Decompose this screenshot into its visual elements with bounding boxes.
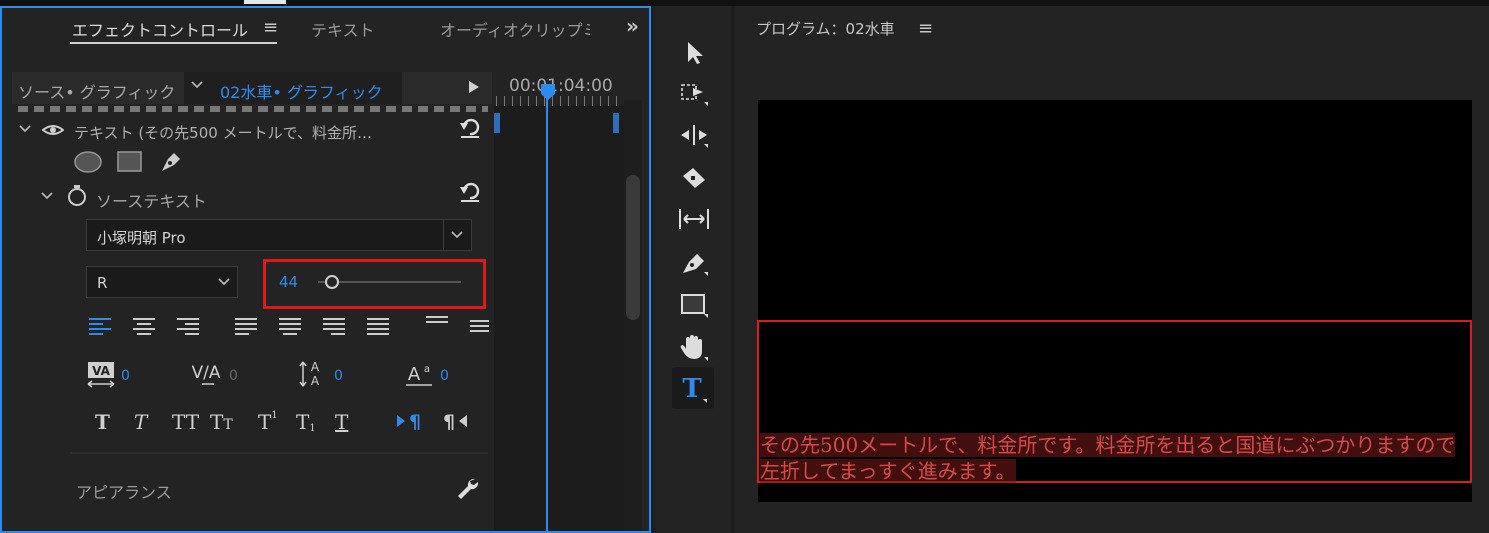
clip-end-marker <box>613 113 619 133</box>
svg-text:A: A <box>311 360 320 374</box>
collapse-chevron-icon[interactable] <box>40 189 54 207</box>
section-divider <box>70 452 488 454</box>
svg-text:A: A <box>311 374 320 388</box>
active-tab-underline <box>70 42 277 44</box>
subtitle-line-1: その先500メートルで、料金所です。料金所を出ると国道にぶつかりますので <box>760 433 1456 457</box>
text-layer-label[interactable]: テキスト (その先500 メートルで、料金所… <box>74 122 372 143</box>
align-middle-icon[interactable] <box>469 318 489 340</box>
top-marker <box>244 0 286 4</box>
justify-left-icon[interactable] <box>234 316 258 342</box>
rectangle-icon[interactable] <box>117 151 143 177</box>
svg-text:V/A: V/A <box>192 363 221 383</box>
program-menu-icon[interactable]: ≡ <box>918 18 933 39</box>
tab-text[interactable]: テキスト <box>311 17 375 41</box>
subscript-icon[interactable]: T1 <box>296 410 316 434</box>
collapse-chevron-icon[interactable] <box>18 122 32 140</box>
clipped-row <box>18 106 488 112</box>
kerning-value[interactable]: 0 <box>229 368 238 384</box>
kerning-icon: V/A <box>192 360 222 394</box>
small-caps-icon[interactable]: TT <box>210 410 233 434</box>
tab-audio-clip-mixer[interactable]: オーディオクリップミ <box>440 17 590 41</box>
baseline-shift-icon: Aa <box>404 360 434 392</box>
pen-tool-icon[interactable] <box>674 244 714 282</box>
stopwatch-icon[interactable] <box>66 183 88 211</box>
scrollbar-thumb[interactable] <box>626 175 640 320</box>
playhead-line <box>546 96 548 531</box>
overflow-icon[interactable]: » <box>626 14 639 38</box>
justify-center-icon[interactable] <box>278 316 302 342</box>
chevron-down-icon[interactable] <box>217 275 231 293</box>
program-monitor-title: プログラム：02水車 <box>756 20 895 38</box>
razor-tool-icon[interactable] <box>674 160 714 198</box>
tab-sequence-graphic[interactable]: 02水車• グラフィック <box>220 79 383 103</box>
align-center-icon[interactable] <box>132 316 156 342</box>
play-triangle-icon[interactable] <box>468 80 480 98</box>
wrench-icon[interactable] <box>455 476 479 504</box>
type-tool-icon[interactable]: T <box>672 367 714 409</box>
appearance-label: アピアランス <box>76 483 172 502</box>
hand-tool-icon[interactable] <box>674 328 714 366</box>
tab-effect-controls[interactable]: エフェクトコントロール <box>72 17 248 41</box>
align-right-icon[interactable] <box>176 316 200 342</box>
tracking-icon: VA <box>86 360 116 394</box>
chevron-down-icon[interactable] <box>190 78 204 96</box>
ltr-paragraph-icon[interactable]: ¶ <box>396 410 424 436</box>
subtitle-text[interactable]: その先500メートルで、料金所です。料金所を出ると国道にぶつかりますので 左折し… <box>760 432 1470 484</box>
timecode: 00:01:04:00 <box>509 76 613 96</box>
tracking-value[interactable]: 0 <box>121 368 130 384</box>
select-divider <box>443 219 444 251</box>
font-style-select[interactable] <box>86 266 238 298</box>
superscript-icon[interactable]: T1 <box>258 410 278 434</box>
align-top-icon[interactable] <box>425 314 449 332</box>
font-style-value: R <box>97 274 108 292</box>
ellipse-icon[interactable] <box>74 151 102 177</box>
slip-tool-icon[interactable] <box>674 200 714 238</box>
baseline-shift-value[interactable]: 0 <box>440 368 449 384</box>
all-caps-icon[interactable]: TT <box>172 410 199 434</box>
font-family-value: 小塚明朝 Pro <box>97 229 186 247</box>
faux-bold-icon[interactable]: T <box>95 410 110 434</box>
rtl-paragraph-icon[interactable]: ¶ <box>440 410 468 436</box>
svg-text:¶: ¶ <box>443 411 455 432</box>
tab-source-graphic[interactable]: ソース• グラフィック <box>18 79 175 103</box>
reset-icon[interactable] <box>458 117 482 143</box>
svg-text:T: T <box>682 374 702 403</box>
timeline-area <box>494 106 624 531</box>
svg-text:VA: VA <box>92 364 110 378</box>
align-left-icon[interactable] <box>88 316 112 342</box>
selection-tool-icon[interactable] <box>674 34 714 72</box>
justify-all-icon[interactable] <box>366 316 390 342</box>
reset-icon[interactable] <box>458 181 482 207</box>
svg-text:A: A <box>408 364 421 385</box>
pen-icon[interactable] <box>158 149 184 179</box>
justify-right-icon[interactable] <box>322 316 346 342</box>
track-select-tool-icon[interactable] <box>674 74 714 112</box>
font-size-value[interactable]: 44 <box>279 273 298 291</box>
clip-start-marker <box>494 113 500 133</box>
faux-italic-icon[interactable]: T <box>134 410 147 434</box>
font-size-slider-thumb[interactable] <box>325 275 339 289</box>
svg-text:a: a <box>424 364 430 375</box>
underline-icon[interactable]: T <box>335 410 348 434</box>
chevron-down-icon[interactable] <box>450 228 464 246</box>
leading-value[interactable]: 0 <box>334 368 343 384</box>
leading-icon: AA <box>298 358 330 394</box>
rectangle-tool-icon[interactable] <box>674 286 714 324</box>
playhead-handle[interactable] <box>539 82 557 106</box>
ripple-edit-tool-icon[interactable] <box>674 116 714 154</box>
font-size-slider-track[interactable] <box>318 281 461 283</box>
svg-text:¶: ¶ <box>409 411 421 432</box>
subtitle-line-2: 左折してまっすぐ進みます。 <box>760 459 1016 483</box>
panel-menu-icon[interactable]: ≡ <box>263 17 278 38</box>
time-ruler <box>496 96 620 106</box>
source-text-label: ソーステキスト <box>96 192 207 211</box>
eye-icon[interactable] <box>41 122 65 142</box>
